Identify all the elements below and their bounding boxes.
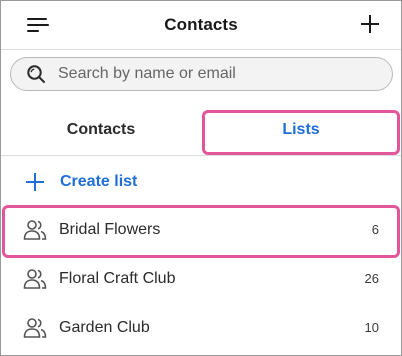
app-window: Contacts Contacts Lists Create list [0,0,402,356]
people-icon [23,219,47,241]
list-item-bridal-flowers[interactable]: Bridal Flowers 6 [1,205,401,254]
list-count: 10 [364,320,379,335]
list-name: Floral Craft Club [59,269,176,287]
list-name: Bridal Flowers [59,220,161,238]
page-title: Contacts [164,15,238,34]
list-item-floral-craft-club[interactable]: Floral Craft Club 26 [1,254,401,303]
create-list-button[interactable]: Create list [25,169,137,195]
header-divider [1,49,401,50]
list-name: Garden Club [59,318,150,336]
create-list-label: Create list [60,173,138,190]
add-contact-icon[interactable] [359,13,381,35]
search-icon [26,64,46,84]
tabs-divider [1,155,401,156]
search-input[interactable] [58,59,368,89]
lists-list: Bridal Flowers 6 Floral Craft Club 26 Ga… [1,205,401,352]
list-item-garden-club[interactable]: Garden Club 10 [1,303,401,352]
people-icon [23,268,47,290]
people-icon [23,317,47,339]
tab-contacts[interactable]: Contacts [1,105,201,155]
lists-tab-highlight [202,110,400,155]
list-count: 26 [364,271,379,286]
plus-icon [25,172,45,192]
hamburger-menu-icon[interactable] [27,16,51,34]
search-bar[interactable] [10,57,393,91]
app-header: Contacts [1,1,401,49]
list-count: 6 [371,222,379,237]
